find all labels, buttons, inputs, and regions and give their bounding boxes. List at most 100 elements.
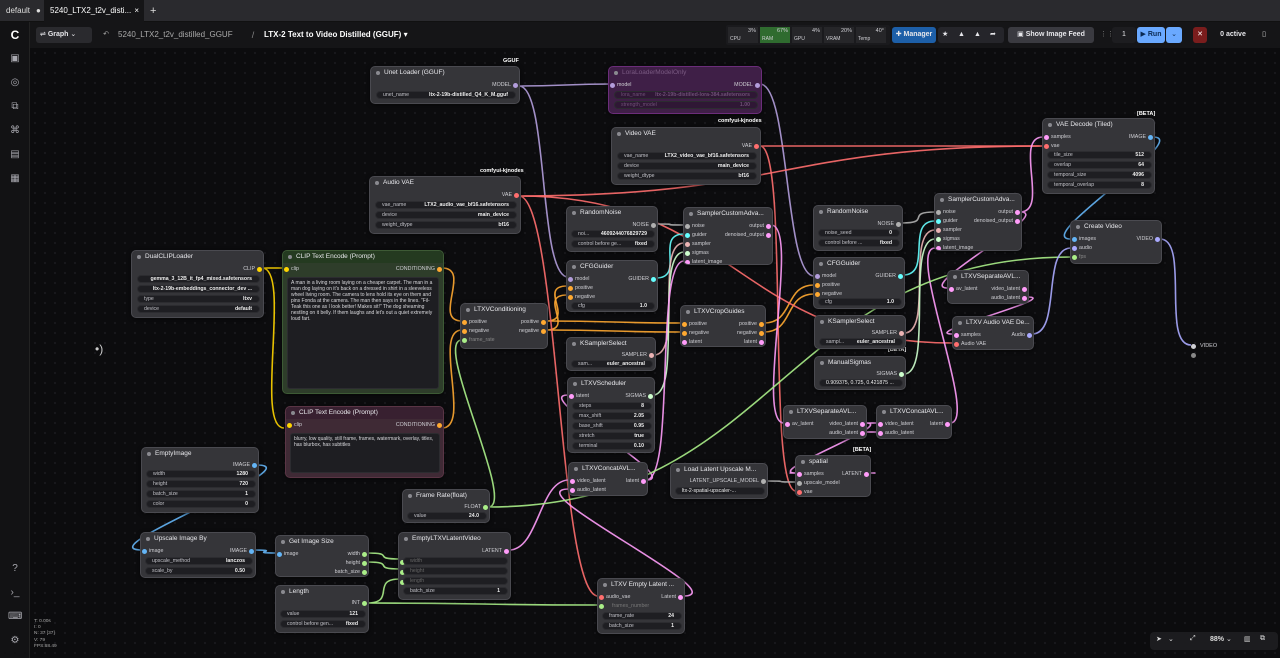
node-lora-loader-bypassed[interactable]: LoraLoaderModelOnly model MODEL lora_nam… (608, 66, 762, 114)
length-value-field[interactable]: value 121 (280, 610, 366, 618)
lora-name-combo[interactable]: lora_name ltx-2-19b-distilled-lora-384.sa… (614, 91, 758, 99)
node-load-latent-upscale-model[interactable]: Load Latent Upscale M... LATENT_UPSCALE_… (670, 463, 768, 499)
output-socket[interactable] (1015, 210, 1020, 215)
sampler-name-combo[interactable]: sam... euler_ancestral (571, 360, 653, 368)
output-socket[interactable] (761, 479, 766, 484)
input-socket[interactable] (569, 394, 574, 399)
node-ltxv-scheduler[interactable]: LTXVScheduler latent SIGMAS steps 8 max_s… (567, 377, 655, 453)
collapsed-group-bracket[interactable]: •) (95, 342, 109, 360)
output-socket[interactable] (766, 233, 771, 238)
output-socket[interactable] (514, 193, 519, 198)
input-socket[interactable] (936, 219, 941, 224)
base-shift-field[interactable]: base_shift 0.95 (572, 422, 652, 430)
help-icon[interactable]: ? (8, 562, 22, 576)
minimap-icon[interactable]: ▥ (1244, 635, 1251, 643)
node-ksampler-select-2[interactable]: KSamplerSelect SAMPLER sampl... euler_anc… (814, 315, 906, 349)
node-ltxv-separate-avl-1[interactable]: LTXVSeparateAVL... av_latent video_laten… (783, 405, 867, 439)
negative-prompt-textarea[interactable]: blurry, low quality, still frame, frames… (290, 433, 440, 473)
temporal-overlap-field[interactable]: temporal_overlap 8 (1047, 181, 1152, 189)
output-socket[interactable] (898, 274, 903, 279)
new-tab-button[interactable]: + (144, 0, 160, 22)
input-socket[interactable] (815, 283, 820, 288)
close-icon[interactable]: × (134, 0, 139, 22)
input-socket[interactable] (797, 490, 802, 495)
node-frame-rate[interactable]: Frame Rate(float) FLOAT value 24.0 (402, 489, 490, 523)
chevron-down-icon[interactable]: ⌄ (1168, 635, 1174, 643)
queue-icon[interactable]: ▤ (8, 148, 22, 162)
breadcrumb[interactable]: 5240_LTX2_t2v_distilled_GGUF (118, 27, 248, 43)
weight-dtype-combo[interactable]: weight_dtype bf16 (375, 221, 517, 229)
sigmas-field[interactable]: 0.909375, 0.725, 0.421875 ... (819, 379, 903, 387)
node-random-noise-2[interactable]: RandomNoise NOISE noise_seed 0 control be… (813, 205, 903, 251)
cancel-icon[interactable]: ✕ (1193, 27, 1207, 43)
input-socket[interactable] (685, 251, 690, 256)
input-socket[interactable] (277, 552, 282, 557)
node-sampler-custom-advanced-1[interactable]: SamplerCustomAdva... noise guider sample… (683, 207, 773, 265)
vae-name-combo[interactable]: vae_name LTX2_audio_vae_bf16.safetensors (375, 201, 517, 209)
node-ltxv-crop-guides[interactable]: LTXVCropGuides positive negative latent … (680, 305, 766, 347)
input-socket[interactable] (599, 604, 604, 609)
tile-size-field[interactable]: tile_size 512 (1047, 151, 1152, 159)
node-ltxv-concat-avl-1[interactable]: LTXVConcatAVL... video_latent audio_late… (568, 462, 648, 496)
type-combo[interactable]: type ltxv (137, 295, 260, 303)
output-socket[interactable] (541, 320, 546, 325)
stretch-toggle[interactable]: stretch true (572, 432, 652, 440)
node-vae-decode-tiled[interactable]: VAE Decode (Tiled) samples vae IMAGE til… (1042, 118, 1155, 194)
drag-handle-icon[interactable]: ⋮⋮ (1100, 27, 1114, 43)
output-socket[interactable] (362, 601, 367, 606)
batch-size-field[interactable]: batch_size 1 (146, 490, 256, 498)
input-socket[interactable] (685, 242, 690, 247)
input-socket[interactable] (1044, 144, 1049, 149)
output-socket[interactable] (1027, 333, 1032, 338)
node-cfg-guider-2[interactable]: CFGGuider model positive negative GUIDER… (813, 257, 905, 309)
max-shift-field[interactable]: max_shift 2.05 (572, 412, 652, 420)
output-socket[interactable] (896, 222, 901, 227)
output-socket[interactable] (362, 561, 367, 566)
node-ltxv-separate-avl-2[interactable]: LTXVSeparateAVL... av_latent video_laten… (947, 270, 1029, 304)
node-library-icon[interactable]: ⧉ (8, 100, 22, 114)
node-unet-loader[interactable]: Unet Loader (GGUF) MODEL unet_name ltx-2-… (370, 66, 520, 104)
node-audio-vae[interactable]: Audio VAE VAE vae_name LTX2_audio_vae_bf1… (369, 176, 521, 234)
node-random-noise-1[interactable]: RandomNoise NOISE noi... 4609244076829729… (566, 206, 658, 252)
output-socket[interactable] (504, 549, 509, 554)
output-socket[interactable] (860, 422, 865, 427)
input-socket[interactable] (1072, 246, 1077, 251)
node-clip-text-encode-positive[interactable]: CLIP Text Encode (Prompt) clip CONDITION… (282, 250, 444, 394)
active-queue-button[interactable]: 0 active (1212, 27, 1254, 43)
input-socket[interactable] (954, 342, 959, 347)
share-icon[interactable]: ➦ (990, 27, 996, 43)
queue-count-input[interactable]: 1 (1112, 27, 1136, 43)
output-socket[interactable] (641, 479, 646, 484)
input-socket[interactable] (682, 331, 687, 336)
output-socket[interactable] (678, 595, 683, 600)
reroute-video[interactable]: VIDEO (1188, 340, 1228, 364)
control-before-generate-combo[interactable]: control before ... fixed (818, 239, 900, 247)
frame-rate-field[interactable]: frame_rate 24 (602, 612, 682, 620)
fit-view-icon[interactable]: ⤢ (1190, 635, 1196, 643)
input-socket[interactable] (785, 422, 790, 427)
clip-name2-combo[interactable]: ltx-2-19b-embeddings_connector_dev ... (137, 285, 260, 293)
steps-field[interactable]: steps 8 (572, 402, 652, 410)
node-spatial-upsampler[interactable]: spatial samples upscale_model vae LATENT (795, 455, 871, 497)
input-socket[interactable] (568, 277, 573, 282)
length-input[interactable]: length (403, 577, 508, 585)
models-icon[interactable]: ◎ (8, 76, 22, 90)
node-length[interactable]: Length INT value 121 control before gen..… (275, 585, 369, 633)
input-socket[interactable] (685, 260, 690, 264)
run-options-chevron-icon[interactable]: ⌄ (1166, 27, 1182, 43)
device-combo[interactable]: device main_device (375, 211, 517, 219)
comfy-logo-icon[interactable]: C (8, 28, 22, 42)
output-socket[interactable] (1148, 135, 1153, 140)
output-socket[interactable] (651, 223, 656, 228)
sampler-name-combo[interactable]: sampl... euler_ancestral (819, 338, 903, 346)
vae-name-combo[interactable]: vae_name LTX2_video_vae_bf16.safetensors (617, 152, 757, 160)
output-socket[interactable] (945, 422, 950, 427)
output-socket[interactable] (1022, 296, 1027, 301)
upscale-method-combo[interactable]: upscale_method lanczos (145, 557, 253, 565)
height-input[interactable]: height (403, 567, 508, 575)
node-create-video[interactable]: Create Video images audio fps VIDEO (1070, 220, 1162, 264)
keyboard-icon[interactable]: ⌨ (8, 610, 22, 624)
star-icon[interactable]: ★ (942, 27, 948, 43)
undo-icon[interactable]: ↶ (100, 27, 112, 43)
input-socket[interactable] (815, 274, 820, 279)
